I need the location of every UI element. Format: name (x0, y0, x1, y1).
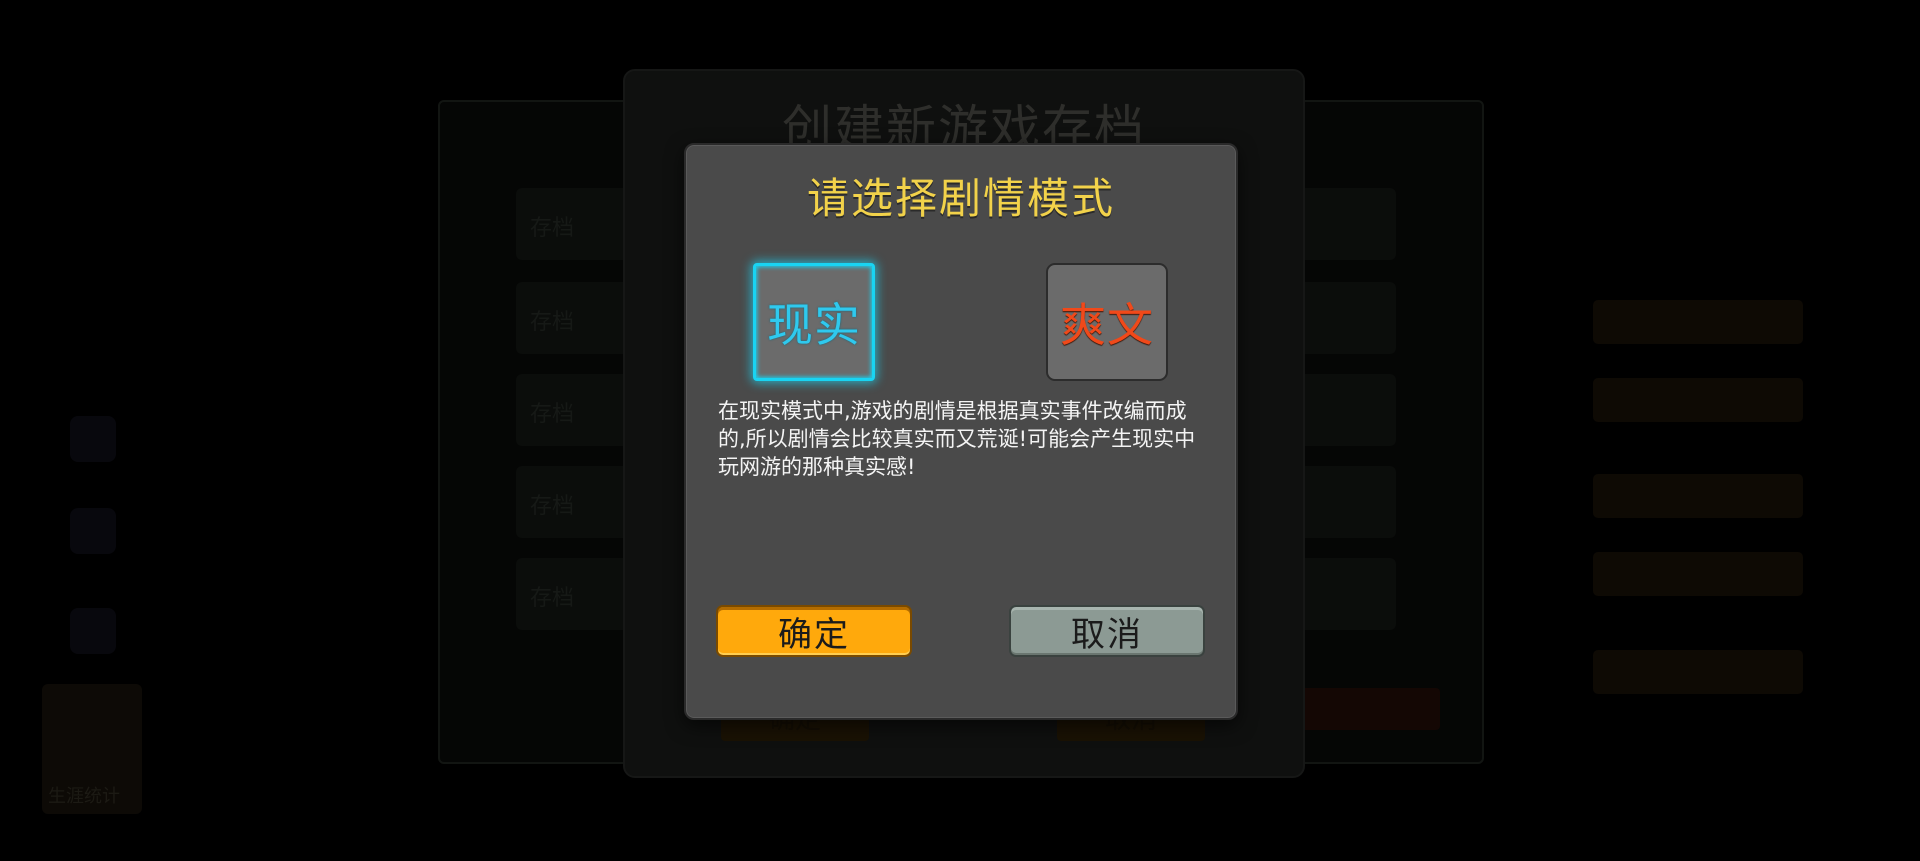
career-stats-label: 生涯统计 (48, 786, 120, 807)
mode-description: 在现实模式中,游戏的剧情是根据真实事件改编而成的,所以剧情会比较真实而又荒诞!可… (718, 399, 1196, 479)
side-menu-button (1593, 300, 1803, 344)
side-menu-button (1593, 378, 1803, 422)
cancel-button[interactable]: 取消 (1009, 605, 1205, 657)
mode-reality-button[interactable]: 现实 (753, 263, 875, 381)
left-menu-icon (70, 416, 116, 462)
story-mode-modal: 请选择剧情模式 现实 爽文 在现实模式中,游戏的剧情是根据真实事件改编而成的,所… (684, 143, 1238, 720)
career-stats-card: 生涯统计 (42, 684, 142, 814)
delete-save-button (1300, 688, 1440, 730)
save-slot-label: 存档 (530, 216, 575, 241)
left-menu-icon (70, 608, 116, 654)
save-slot-label: 存档 (530, 402, 575, 427)
side-menu-button (1593, 552, 1803, 596)
confirm-button[interactable]: 确定 (716, 605, 912, 657)
save-slot-label: 存档 (530, 310, 575, 335)
left-menu-icon (70, 508, 116, 554)
mode-power-fantasy-label: 爽文 (1060, 298, 1154, 352)
save-slot-label: 存档 (530, 586, 575, 611)
modal-title: 请选择剧情模式 (806, 174, 1115, 223)
mode-reality-label: 现实 (767, 298, 861, 352)
mode-power-fantasy-button[interactable]: 爽文 (1046, 263, 1168, 381)
side-menu-button (1593, 650, 1803, 694)
confirm-label: 确定 (778, 614, 850, 655)
save-slot-label: 存档 (530, 494, 575, 519)
cancel-label: 取消 (1071, 614, 1143, 655)
side-menu-button (1593, 474, 1803, 518)
